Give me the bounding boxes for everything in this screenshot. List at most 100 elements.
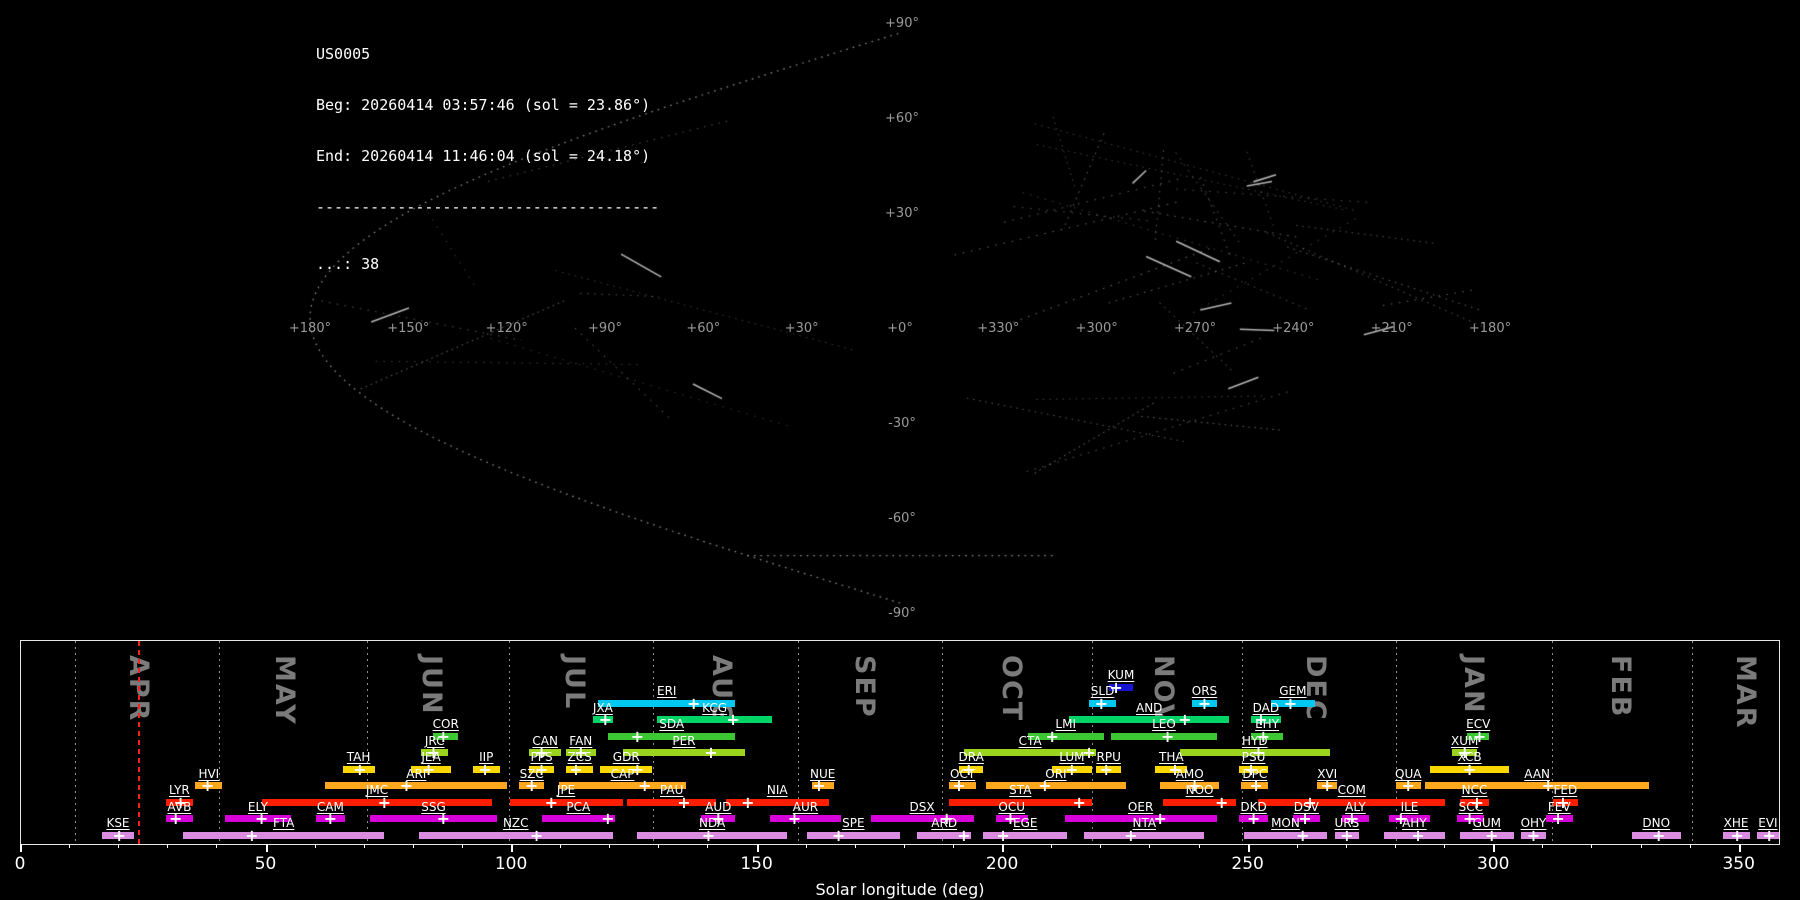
month-boundary-line <box>366 641 368 844</box>
shower-peak-marker: + <box>630 726 644 746</box>
shower-peak-marker: + <box>1160 726 1175 746</box>
shower-code-label: JPE <box>556 783 576 798</box>
axis-tick <box>854 844 856 848</box>
shower-code-label: PCA <box>566 799 591 814</box>
shower-peak-marker: + <box>1320 776 1334 796</box>
shower-bar <box>1243 831 1328 839</box>
shower-peak-marker: + <box>525 776 539 796</box>
axis-tick-label: 200 <box>985 854 1019 874</box>
shower-peak-marker: + <box>1730 825 1744 845</box>
shower-peak-marker: + <box>1411 825 1425 845</box>
shower-peak-marker: + <box>1038 776 1052 796</box>
shower-peak-marker: + <box>601 809 615 829</box>
month-boundary-line <box>652 641 654 844</box>
shower-peak-marker: + <box>1246 809 1261 829</box>
shower-peak-marker: + <box>353 759 367 779</box>
lat-label: +30° <box>885 206 919 221</box>
shower-code-label: FTA <box>273 816 295 831</box>
shower-peak-marker: + <box>245 825 259 845</box>
shower-code-label: STA <box>1009 783 1032 798</box>
shower-bar <box>627 798 716 806</box>
axis-tick <box>1394 844 1396 848</box>
month-label: MAY <box>269 655 301 726</box>
axis-tick <box>1345 844 1347 848</box>
shower-code-label: KCG <box>702 700 728 715</box>
month-boundary-line <box>74 641 76 844</box>
shower-peak-marker: + <box>701 825 716 845</box>
shower-peak-marker: + <box>112 825 126 845</box>
x-axis-title: Solar longitude (deg) <box>815 880 985 899</box>
axis-tick <box>1149 844 1151 848</box>
lon-label: +90° <box>588 321 622 336</box>
shower-bar <box>769 815 842 823</box>
shower-code-label: ARD <box>931 816 958 831</box>
lon-label: +0° <box>887 321 913 336</box>
shower-bar <box>985 782 1126 790</box>
shower-peak-marker: + <box>168 809 183 829</box>
axis-tick <box>511 844 514 852</box>
shower-bar <box>870 815 974 823</box>
lon-label: +210° <box>1370 321 1413 336</box>
lon-label: +240° <box>1272 321 1315 336</box>
axis-tick <box>658 844 660 848</box>
shower-peak-marker: + <box>1651 825 1666 845</box>
info-header: US0005 Beg: 20260414 03:57:46 (sol = 23.… <box>316 12 659 307</box>
axis-tick <box>216 844 218 848</box>
lon-label: +120° <box>485 321 528 336</box>
shower-peak-marker: + <box>399 776 414 796</box>
lon-label: +60° <box>686 321 721 336</box>
month-boundary-line <box>1692 641 1694 844</box>
axis-tick <box>560 844 562 848</box>
shower-peak-marker: + <box>1526 825 1541 845</box>
shower-code-label: CTA <box>1018 733 1042 748</box>
lat-label: -60° <box>888 511 916 526</box>
meteor-count-line: ...: 38 <box>316 255 380 273</box>
shower-code-label: NIA <box>766 783 788 798</box>
lon-label: +30° <box>784 321 819 336</box>
station-id: US0005 <box>316 45 371 63</box>
shower-peak-marker: + <box>677 792 691 812</box>
lon-label: +330° <box>977 321 1020 336</box>
month-label: SEP <box>848 655 880 719</box>
shower-peak-marker: + <box>529 825 544 845</box>
shower-peak-marker: + <box>1099 759 1113 779</box>
lon-label: +300° <box>1075 321 1118 336</box>
axis-tick <box>69 844 71 848</box>
figure-root: US0005 Beg: 20260414 03:57:46 (sol = 23.… <box>0 0 1800 900</box>
shower-code-label: SDA <box>659 717 685 732</box>
shower-peak-marker: + <box>436 809 451 829</box>
month-label: JUN <box>416 655 448 716</box>
shower-peak-marker: + <box>812 776 826 796</box>
month-boundary-line <box>219 641 221 844</box>
shower-code-label: ERI <box>657 684 677 699</box>
shower-peak-marker: + <box>377 792 392 812</box>
shower-bar <box>1069 716 1229 724</box>
lon-label: +150° <box>387 321 430 336</box>
axis-tick-label: 150 <box>740 854 773 874</box>
month-label: FEB <box>1604 655 1636 719</box>
shower-peak-marker: + <box>1249 776 1263 796</box>
axis-tick <box>1542 844 1544 848</box>
shower-peak-marker: + <box>544 792 559 812</box>
shower-peak-marker: + <box>787 809 802 829</box>
axis-tick <box>1591 844 1593 848</box>
shower-code-label: NZC <box>502 816 529 831</box>
axis-tick <box>167 844 169 848</box>
shower-peak-marker: + <box>478 759 492 779</box>
lat-label: -30° <box>888 416 916 431</box>
shower-peak-marker: + <box>1295 825 1310 845</box>
shower-peak-marker: + <box>952 776 966 796</box>
shower-peak-marker: + <box>1214 792 1229 812</box>
shower-code-label: DSX <box>909 799 935 814</box>
axis-tick <box>903 844 905 848</box>
shower-code-label: CAP <box>610 766 635 781</box>
shower-code-label: EGE <box>1012 816 1038 831</box>
axis-tick <box>1444 844 1446 848</box>
shower-peak-marker: + <box>687 693 701 713</box>
shower-peak-marker: + <box>1340 825 1354 845</box>
lon-label: +180° <box>288 321 332 336</box>
begin-time-line: Beg: 20260414 03:57:46 (sol = 23.86°) <box>316 96 651 114</box>
shower-peak-marker: + <box>1551 809 1565 829</box>
shower-peak-marker: + <box>726 710 740 730</box>
axis-tick <box>1738 844 1741 852</box>
